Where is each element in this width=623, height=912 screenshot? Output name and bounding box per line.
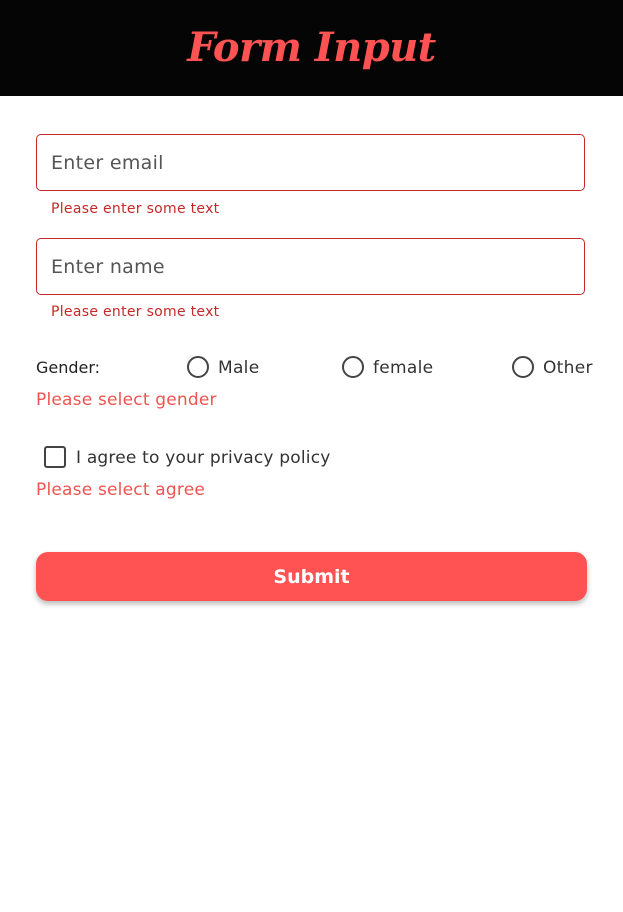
name-error-text: Please enter some text [51,304,220,320]
name-input[interactable] [37,239,584,294]
radio-other[interactable] [512,356,534,378]
name-field[interactable] [36,238,585,295]
app-bar: Form Input [0,0,623,96]
email-field[interactable] [36,134,585,191]
app-title: Form Input [187,24,436,71]
radio-male[interactable] [187,356,209,378]
gender-label: Gender: [36,358,101,377]
radio-female-label: female [373,358,434,378]
radio-male-label: Male [218,358,260,378]
email-error-text: Please enter some text [51,201,220,217]
radio-other-label: Other [543,358,593,378]
radio-female[interactable] [342,356,364,378]
email-input[interactable] [37,135,584,190]
privacy-error-text: Please select agree [36,480,206,500]
privacy-checkbox-label[interactable]: I agree to your privacy policy [76,448,331,468]
gender-error-text: Please select gender [36,390,217,410]
privacy-checkbox[interactable] [44,446,66,468]
submit-button[interactable]: Submit [36,552,587,601]
app-window: Form Input Please enter some text Please… [0,0,623,912]
